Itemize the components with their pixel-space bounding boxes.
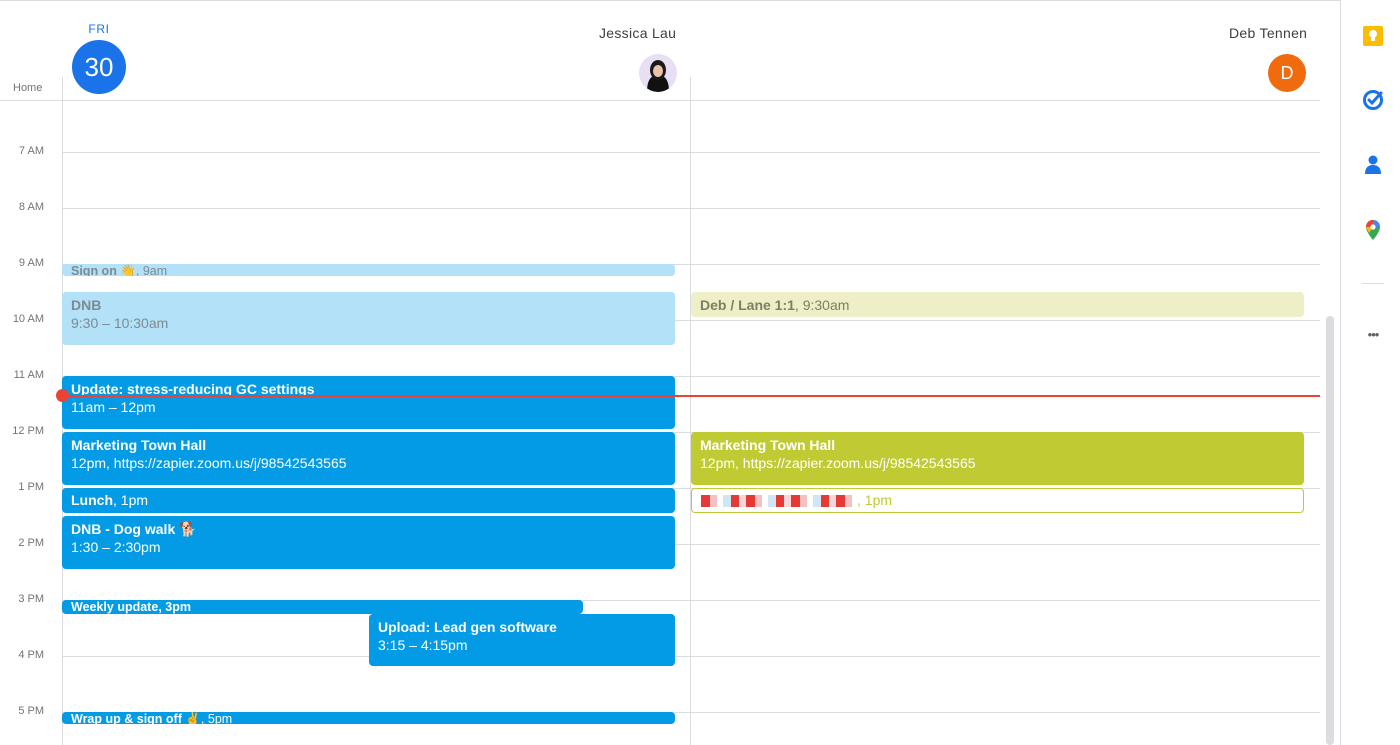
side-panel-separator (1362, 283, 1384, 284)
more-icon[interactable]: ••• (1362, 323, 1384, 345)
event-title: Sign on 👋 (71, 264, 136, 276)
hour-label: 2 PM (18, 537, 44, 549)
event-deb-lane-1on1[interactable]: Deb / Lane 1:1, 9:30am (691, 292, 1304, 317)
top-border (0, 0, 1340, 1)
event-dnb[interactable]: DNB 9:30 – 10:30am (62, 292, 675, 345)
event-upload-lead-gen[interactable]: Upload: Lead gen software 3:15 – 4:15pm (369, 614, 675, 666)
event-sign-on[interactable]: Sign on 👋, 9am (62, 264, 675, 276)
event-time: 12pm, https://zapier.zoom.us/j/985425435… (700, 455, 976, 471)
header-divider (0, 100, 1320, 101)
event-time: , 9:30am (794, 297, 850, 313)
avatar-deb[interactable]: D (1268, 54, 1306, 92)
event-title: Wrap up & sign off ✌️ (71, 712, 201, 724)
event-title: Marketing Town Hall (700, 437, 836, 453)
hour-label: 9 AM (18, 257, 44, 269)
redacted-title (701, 495, 857, 508)
hour-line (62, 208, 1320, 209)
event-title: Weekly update (71, 600, 159, 614)
maps-icon[interactable] (1362, 219, 1384, 241)
hour-label: 8 AM (18, 201, 44, 213)
hour-label: 4 PM (18, 649, 44, 661)
event-time: , 9am (135, 264, 168, 276)
event-title: Upload: Lead gen software (378, 619, 557, 635)
hour-line (62, 656, 1320, 657)
event-dog-walk[interactable]: DNB - Dog walk 🐕 1:30 – 2:30pm (62, 516, 675, 569)
event-lunch[interactable]: Lunch, 1pm (62, 488, 675, 513)
side-panel-divider (1340, 0, 1341, 745)
avatar-jessica[interactable] (639, 54, 677, 92)
event-title: Lunch (71, 492, 113, 508)
event-time: , 5pm (200, 712, 233, 724)
contacts-icon[interactable] (1362, 154, 1384, 176)
event-time: 3:15 – 4:15pm (378, 637, 468, 653)
event-title: Marketing Town Hall (71, 437, 207, 453)
event-weekly-update[interactable]: Weekly update, 3pm (62, 600, 583, 614)
event-time: , 1pm (857, 492, 893, 508)
person-photo-icon (639, 54, 677, 92)
keep-icon[interactable] (1362, 25, 1384, 47)
current-time-line (62, 395, 1320, 397)
event-title: DNB (71, 297, 102, 313)
event-marketing-town-hall[interactable]: Marketing Town Hall 12pm, https://zapier… (62, 432, 675, 485)
hour-label: 3 PM (18, 593, 44, 605)
hour-line (62, 152, 1320, 153)
event-deb-redacted[interactable]: , 1pm (691, 488, 1304, 513)
hour-label: 7 AM (18, 145, 44, 157)
day-of-week: FRI (88, 22, 110, 36)
current-time-dot (56, 389, 69, 402)
event-update-gc-settings[interactable]: Update: stress-reducing GC settings 11am… (62, 376, 675, 429)
event-deb-marketing-town-hall[interactable]: Marketing Town Hall 12pm, https://zapier… (691, 432, 1304, 485)
event-time: 1:30 – 2:30pm (71, 539, 161, 555)
tasks-icon[interactable] (1362, 89, 1384, 111)
timezone-label: Home (13, 82, 43, 94)
event-time: 9:30 – 10:30am (71, 315, 169, 331)
event-time: , 1pm (113, 492, 149, 508)
event-time: , 3pm (158, 600, 191, 614)
person-column-divider (690, 77, 691, 745)
event-title: Deb / Lane 1:1 (700, 297, 795, 313)
event-time: 11am – 12pm (71, 399, 156, 415)
hour-label: 12 PM (12, 425, 44, 437)
hour-label: 1 PM (18, 481, 44, 493)
person-name-deb: Deb Tennen (1229, 25, 1308, 41)
hour-label: 10 AM (12, 313, 44, 325)
hour-label: 5 PM (18, 705, 44, 717)
date-button[interactable]: 30 (72, 40, 126, 94)
event-title: DNB - Dog walk 🐕 (71, 521, 197, 537)
event-wrap-up[interactable]: Wrap up & sign off ✌️, 5pm (62, 712, 675, 724)
person-name-jessica: Jessica Lau (599, 25, 677, 41)
hour-label: 11 AM (13, 369, 44, 381)
event-time: 12pm, https://zapier.zoom.us/j/985425435… (71, 455, 347, 471)
scrollbar-thumb[interactable] (1326, 316, 1334, 745)
